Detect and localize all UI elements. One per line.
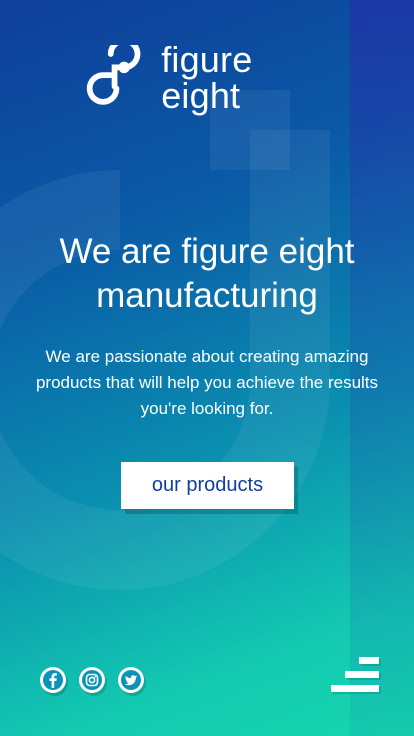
twitter-icon[interactable] — [118, 667, 144, 693]
our-products-button[interactable]: our products — [121, 462, 294, 509]
instagram-icon[interactable] — [79, 667, 105, 693]
facebook-icon[interactable] — [40, 667, 66, 693]
brand-name: figure eight — [161, 39, 253, 116]
hamburger-menu-icon[interactable] — [331, 657, 379, 693]
brand-logo[interactable]: figure eight — [82, 42, 334, 114]
social-links — [40, 667, 144, 693]
hero-subtitle: We are passionate about creating amazing… — [35, 347, 379, 418]
hero-title: We are figure eight manufacturing — [59, 232, 355, 315]
figure-eight-logo-icon — [86, 45, 141, 105]
